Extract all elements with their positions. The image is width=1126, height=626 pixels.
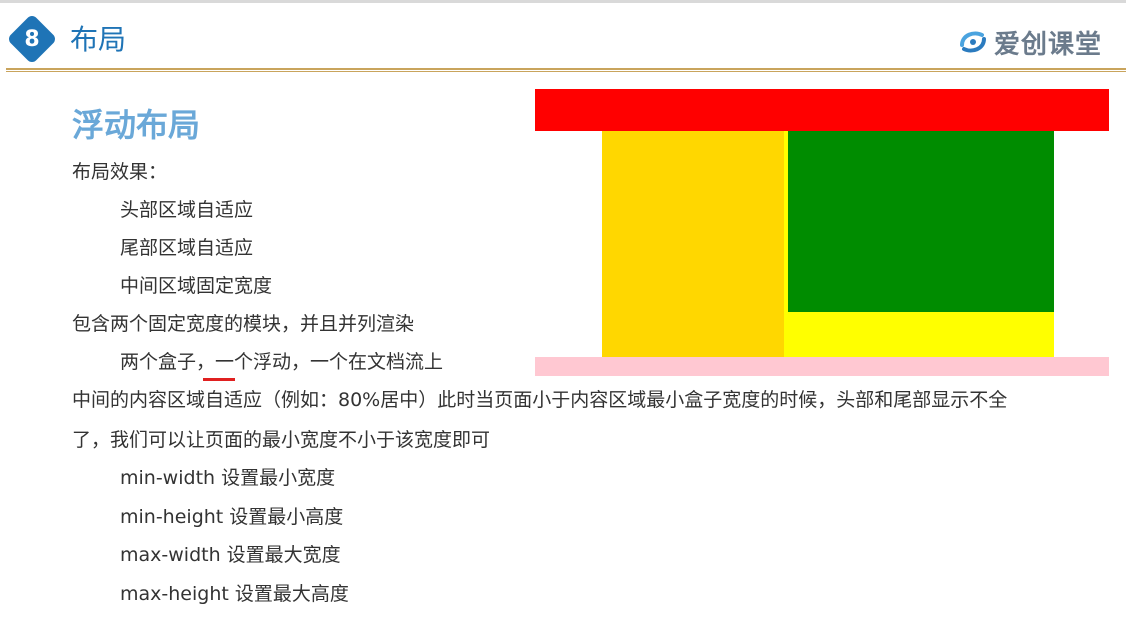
slide-header: 8 布局 爱创课堂	[0, 3, 1126, 71]
text-line: 中间区域固定宽度	[120, 275, 273, 297]
diagram-header-block	[535, 89, 1109, 131]
header-rule	[6, 68, 1126, 70]
logo-icon	[960, 31, 986, 53]
logo-text: 爱创课堂	[994, 29, 1103, 60]
diagram-footer-block	[535, 357, 1109, 376]
text-line: min-height 设置最小高度	[120, 506, 344, 528]
section-title: 浮动布局	[72, 106, 201, 144]
text-line: 了，我们可以让页面的最小宽度不小于该宽度即可	[72, 429, 491, 451]
diagram-right-box	[788, 131, 1054, 312]
header-rule-thin	[6, 71, 1126, 72]
red-underline-mark	[203, 378, 235, 381]
text-line: min-width 设置最小宽度	[120, 467, 336, 489]
text-line: 尾部区域自适应	[120, 237, 254, 259]
text-line: 两个盒子，一个浮动，一个在文档流上	[120, 351, 444, 373]
diagram-left-box	[602, 131, 784, 357]
layout-diagram	[535, 89, 1109, 377]
text-line: 布局效果：	[72, 161, 168, 183]
text-line: max-height 设置最大高度	[120, 583, 349, 605]
chapter-number: 8	[24, 26, 40, 52]
text-line: 包含两个固定宽度的模块，并且并列渲染	[72, 313, 415, 335]
brand-logo: 爱创课堂	[958, 27, 1102, 60]
slide-title: 布局	[70, 23, 127, 56]
text-line: 头部区域自适应	[120, 199, 254, 221]
text-line: max-width 设置最大宽度	[120, 544, 341, 566]
text-line: 中间的内容区域自适应（例如：80%居中）此时当页面小于内容区域最小盒子宽度的时候…	[72, 389, 1008, 411]
